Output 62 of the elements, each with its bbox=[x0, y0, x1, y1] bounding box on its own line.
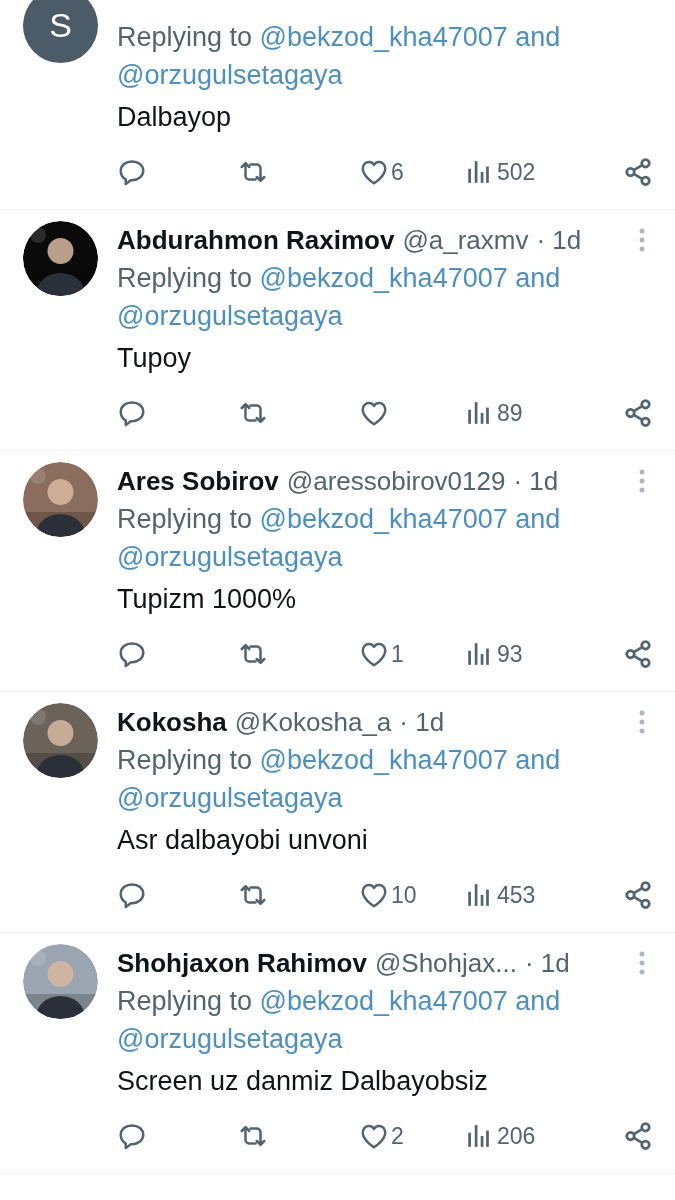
view-count: 89 bbox=[497, 399, 523, 428]
author-handle: @aressobirov0129 bbox=[286, 465, 506, 498]
mention-link[interactable]: @orzugulsetagaya bbox=[117, 60, 343, 90]
heart-icon[interactable] bbox=[359, 158, 389, 186]
view-count: 502 bbox=[497, 158, 536, 187]
post-time: · 1d bbox=[513, 465, 559, 498]
post-time: · 1d bbox=[399, 706, 445, 739]
like-count: 2 bbox=[391, 1122, 404, 1151]
mention-link[interactable]: @orzugulsetagaya bbox=[117, 1024, 343, 1054]
views-icon[interactable] bbox=[465, 400, 491, 426]
heart-icon[interactable] bbox=[359, 1122, 389, 1150]
post-time: · 1d bbox=[524, 947, 570, 980]
author-name[interactable]: Kokosha bbox=[117, 703, 227, 741]
author-handle: @Shohjax... bbox=[374, 947, 517, 980]
heart-icon[interactable] bbox=[359, 640, 389, 668]
views-icon[interactable] bbox=[465, 1123, 491, 1149]
share-icon[interactable] bbox=[623, 398, 653, 428]
reply-text: Asr dalbayobi unvoni bbox=[117, 824, 369, 857]
mention-link[interactable]: @orzugulsetagaya bbox=[117, 301, 343, 331]
author-name[interactable]: Abdurahmon Raximov bbox=[117, 221, 395, 259]
share-icon[interactable] bbox=[623, 880, 653, 910]
view-count: 453 bbox=[497, 881, 536, 910]
like-count: 6 bbox=[391, 158, 404, 187]
replying-to-label: Replying to bbox=[117, 986, 253, 1016]
heart-icon[interactable] bbox=[359, 399, 389, 427]
replying-to-label: Replying to bbox=[117, 745, 253, 775]
reply-icon[interactable] bbox=[117, 880, 147, 910]
view-count: 93 bbox=[497, 640, 523, 669]
mention-link[interactable]: @orzugulsetagaya bbox=[117, 542, 343, 572]
reply-icon[interactable] bbox=[117, 398, 147, 428]
mention-link[interactable]: @bekzod_kha47007 and bbox=[259, 986, 561, 1016]
mention-link[interactable]: @bekzod_kha47007 and bbox=[259, 22, 561, 52]
mention-link[interactable]: @bekzod_kha47007 and bbox=[259, 745, 561, 775]
mention-link[interactable]: @orzugulsetagaya bbox=[117, 783, 343, 813]
author-handle: @a_raxmv bbox=[402, 224, 529, 257]
reply-icon[interactable] bbox=[117, 1121, 147, 1151]
like-count: 10 bbox=[391, 881, 417, 910]
mention-link[interactable]: @bekzod_kha47007 and bbox=[259, 504, 561, 534]
author-name[interactable]: Shohjaxon Rahimov bbox=[117, 944, 367, 982]
replying-to-label: Replying to bbox=[117, 504, 253, 534]
reply-text: Tupizm 1000% bbox=[117, 583, 298, 616]
author-handle: @Kokosha_a bbox=[234, 706, 392, 739]
mention-link[interactable]: @bekzod_kha47007 and bbox=[259, 263, 561, 293]
views-icon[interactable] bbox=[465, 641, 491, 667]
share-icon[interactable] bbox=[623, 157, 653, 187]
author-name[interactable]: Ares Sobirov bbox=[117, 462, 279, 500]
heart-icon[interactable] bbox=[359, 881, 389, 909]
share-icon[interactable] bbox=[623, 1121, 653, 1151]
views-icon[interactable] bbox=[465, 159, 491, 185]
post-time: · 1d bbox=[536, 224, 582, 257]
replying-to-label: Replying to bbox=[117, 263, 253, 293]
reply-text: Tupoy bbox=[117, 342, 193, 375]
reply-text: Dalbayop bbox=[117, 101, 233, 134]
like-count: 1 bbox=[391, 640, 404, 669]
avatar[interactable]: S bbox=[23, 0, 98, 63]
reply-text: Screen uz danmiz Dalbayobsiz bbox=[117, 1065, 489, 1098]
replying-to-label: Replying to bbox=[117, 22, 253, 52]
reply-icon[interactable] bbox=[117, 157, 147, 187]
share-icon[interactable] bbox=[623, 639, 653, 669]
views-icon[interactable] bbox=[465, 882, 491, 908]
view-count: 206 bbox=[497, 1122, 536, 1151]
reply-icon[interactable] bbox=[117, 639, 147, 669]
